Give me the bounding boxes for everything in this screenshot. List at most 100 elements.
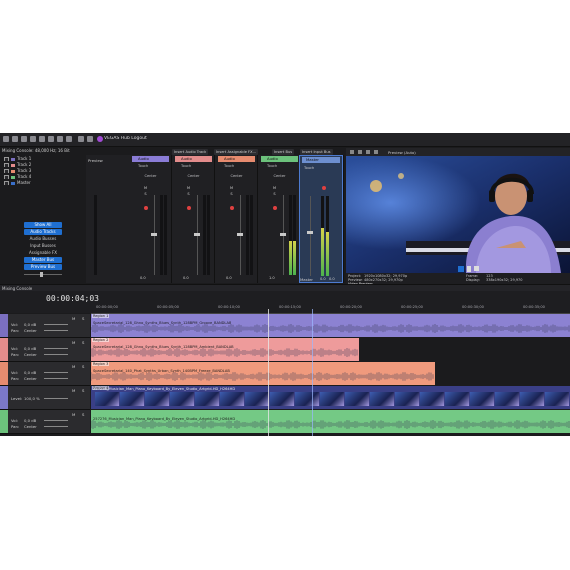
track-solo-button[interactable]: S <box>82 316 84 321</box>
playhead-line[interactable] <box>312 309 313 436</box>
audio-busses-button[interactable]: Audio Busses <box>24 236 62 242</box>
input-gain-knob[interactable] <box>273 206 277 210</box>
track-number-swatch[interactable] <box>0 410 8 433</box>
track-vol-value[interactable]: 0,0 dB <box>24 346 36 351</box>
preview-bus-button[interactable]: Preview Bus <box>24 264 62 270</box>
track-mute-button[interactable]: M <box>72 364 75 369</box>
input-busses-button[interactable]: Input Busses <box>24 243 62 249</box>
master-touch-dropdown[interactable]: Touch <box>304 166 314 170</box>
track-visibility-checkbox[interactable] <box>4 162 9 167</box>
track-solo-button[interactable]: S <box>82 412 84 417</box>
master-strip-header[interactable]: Master <box>302 157 340 163</box>
copy-icon[interactable] <box>57 136 63 142</box>
properties-icon[interactable] <box>39 136 45 142</box>
track-visibility-checkbox[interactable] <box>4 180 9 185</box>
track-mute-button[interactable]: M <box>72 412 75 417</box>
pause-button[interactable] <box>467 266 471 272</box>
track-number-swatch[interactable] <box>0 338 8 361</box>
timeline-clip[interactable]: Region 1 SpaceSecretarial_128_Ghno_Synths… <box>91 314 570 337</box>
track-list-item[interactable]: Track 1 <box>4 156 31 161</box>
app-title[interactable]: VEGAS Hub Logout <box>104 136 147 141</box>
gear-icon[interactable] <box>350 150 354 154</box>
show-all-button[interactable]: Show All <box>24 222 62 228</box>
automation-mode-dropdown[interactable]: Touch <box>175 164 218 169</box>
undo-icon[interactable] <box>78 136 84 142</box>
volume-slider[interactable] <box>44 420 68 421</box>
master-bus-button[interactable]: Master Bus <box>24 257 62 263</box>
track-list-item[interactable]: Track 3 <box>4 168 31 173</box>
volume-fader-knob[interactable] <box>237 233 243 236</box>
cut-icon[interactable] <box>48 136 54 142</box>
strip-name[interactable]: Audio <box>261 156 298 162</box>
track-mute-button[interactable]: M <box>72 388 75 393</box>
pan-slider[interactable] <box>44 426 68 427</box>
solo-button[interactable]: S <box>143 192 148 197</box>
track-solo-button[interactable]: S <box>82 364 84 369</box>
track-visibility-checkbox[interactable] <box>4 168 9 173</box>
level-slider[interactable] <box>44 398 68 399</box>
stop-button[interactable] <box>474 266 479 271</box>
track-pan-value[interactable]: Center <box>24 376 37 381</box>
edit-cursor-line[interactable] <box>268 309 269 436</box>
timeline-clip[interactable]: Region 3 SpaceSecretarial_140_Phat_Synths… <box>91 362 435 385</box>
track-vol-value[interactable]: 0,0 dB <box>24 322 36 327</box>
master-fader[interactable] <box>310 196 311 276</box>
solo-button[interactable]: S <box>272 192 277 197</box>
paste-icon[interactable] <box>66 136 72 142</box>
input-gain-knob[interactable] <box>187 206 191 210</box>
mute-button[interactable]: M <box>229 186 234 191</box>
track-number-swatch[interactable] <box>0 314 8 337</box>
pan-value[interactable]: Center <box>218 174 255 179</box>
volume-fader-knob[interactable] <box>151 233 157 236</box>
volume-fader-knob[interactable] <box>194 233 200 236</box>
automation-mode-dropdown[interactable]: Touch <box>132 164 175 169</box>
track-visibility-checkbox[interactable] <box>4 174 9 179</box>
strip-name[interactable]: Audio <box>175 156 212 162</box>
track-header[interactable]: M S Vol: 0,0 dB Pan: Center <box>0 338 90 362</box>
save-icon[interactable] <box>21 136 27 142</box>
master-pan-knob[interactable] <box>322 186 326 190</box>
assignable-fx-button[interactable]: Assignable FX <box>24 250 62 256</box>
render-icon[interactable] <box>30 136 36 142</box>
copy-snapshot-icon[interactable] <box>374 150 378 154</box>
pan-value[interactable]: Center <box>132 174 169 179</box>
track-number-swatch[interactable] <box>0 386 8 409</box>
automation-mode-dropdown[interactable]: Touch <box>261 164 304 169</box>
level-value[interactable]: 100,0 % <box>24 396 40 401</box>
split-screen-icon[interactable] <box>358 150 362 154</box>
track-pan-value[interactable]: Center <box>24 328 37 333</box>
track-header[interactable]: M S Level: 100,0 % <box>0 386 90 410</box>
track-mute-button[interactable]: M <box>72 316 75 321</box>
input-gain-knob[interactable] <box>144 206 148 210</box>
track-mute-button[interactable]: M <box>72 340 75 345</box>
track-header[interactable]: M S Vol: 0,0 dB Pan: Center <box>0 362 90 386</box>
track-number-swatch[interactable] <box>0 362 8 385</box>
track-list-item[interactable]: Track 4 <box>4 174 31 179</box>
open-icon[interactable] <box>12 136 18 142</box>
timeline-clip[interactable]: 257276_Musician_Man_Piano_Keyboard_By_El… <box>91 410 570 433</box>
pan-slider[interactable] <box>44 354 68 355</box>
solo-button[interactable]: S <box>229 192 234 197</box>
track-pan-value[interactable]: Center <box>24 352 37 357</box>
pan-value[interactable]: Center <box>175 174 212 179</box>
audio-tracks-button[interactable]: Audio Tracks <box>24 229 62 235</box>
new-project-icon[interactable] <box>3 136 9 142</box>
automation-mode-dropdown[interactable]: Touch <box>218 164 261 169</box>
track-vol-value[interactable]: 0,0 dB <box>24 370 36 375</box>
track-header[interactable]: M S Vol: 0,0 dB Pan: Center <box>0 314 90 338</box>
pan-slider[interactable] <box>44 378 68 379</box>
volume-slider[interactable] <box>44 372 68 373</box>
mute-button[interactable]: M <box>186 186 191 191</box>
solo-button[interactable]: S <box>186 192 191 197</box>
timeline-clip[interactable]: Region 2 SpaceSecretarial_128_Ghno_Synths… <box>91 338 359 361</box>
track-solo-button[interactable]: S <box>82 388 84 393</box>
volume-slider[interactable] <box>44 324 68 325</box>
volume-slider[interactable] <box>44 348 68 349</box>
track-list-item[interactable]: Master <box>4 180 31 185</box>
track-vol-value[interactable]: 0,0 dB <box>24 418 36 423</box>
volume-fader-knob[interactable] <box>280 233 286 236</box>
pan-value[interactable]: Center <box>261 174 298 179</box>
strip-name[interactable]: Audio <box>218 156 255 162</box>
track-pan-value[interactable]: Center <box>24 424 37 429</box>
fx-icon[interactable] <box>366 150 370 154</box>
